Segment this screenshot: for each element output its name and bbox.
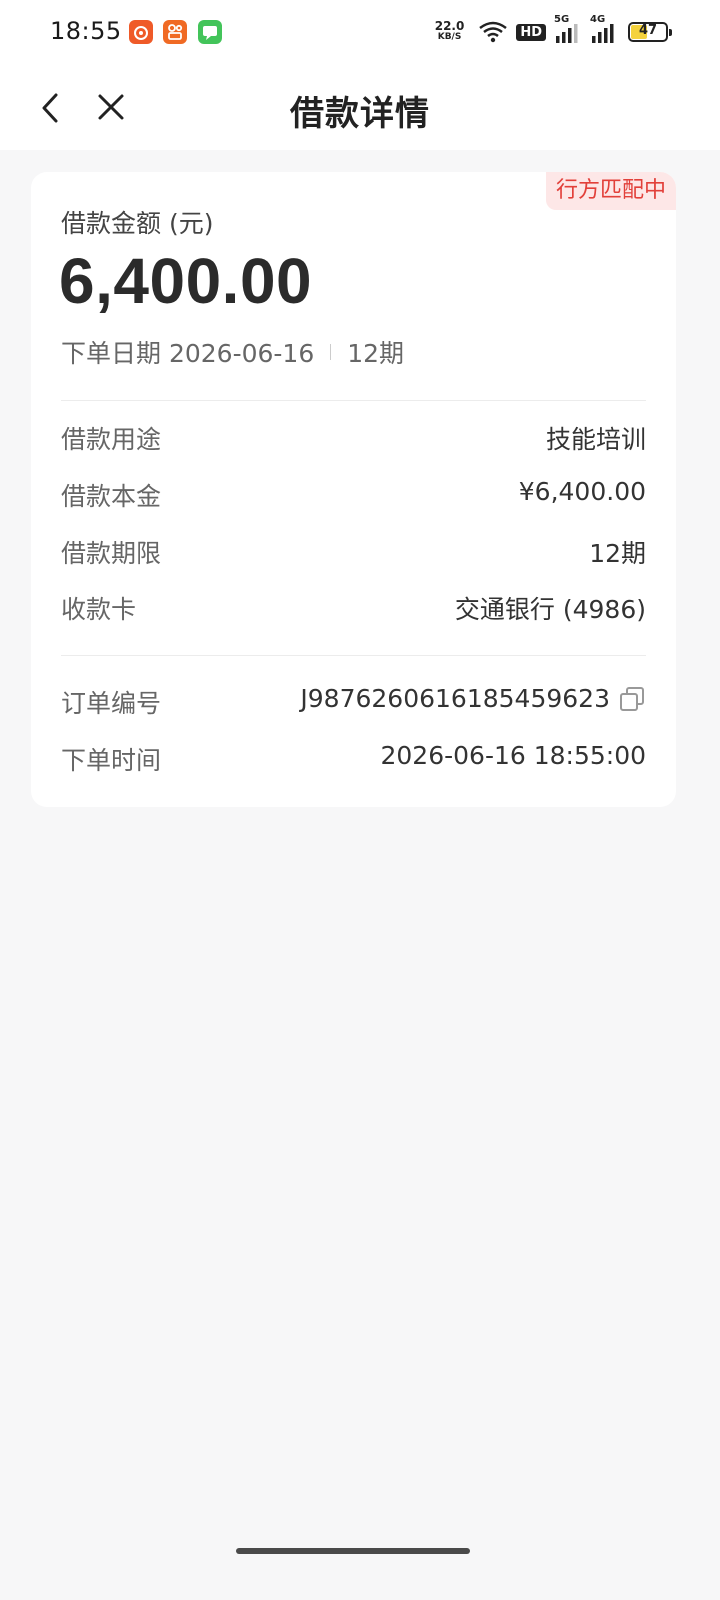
divider — [61, 400, 646, 401]
detail-value: 技能培训 — [545, 425, 646, 454]
order-date-label: 下单日期 2026-06-16 — [61, 339, 315, 368]
status-bar: 18:55 22.0 KB/S HD 5G 4G 47 — [0, 0, 720, 66]
weibo-style-icon — [129, 20, 153, 44]
network-speed-unit: KB/S — [437, 32, 462, 42]
detail-value: 交通银行 (4986) — [454, 595, 646, 624]
status-indicators: 22.0 KB/S HD 5G 4G 47 — [434, 14, 672, 46]
home-indicator[interactable] — [236, 1548, 470, 1554]
battery-level: 47 — [638, 23, 658, 38]
amount-value: 6,400.00 — [59, 245, 313, 317]
divider — [61, 655, 646, 656]
network-speed-value: 22.0 — [434, 19, 465, 33]
page-title: 借款详情 — [290, 94, 430, 134]
messages-icon — [198, 20, 222, 44]
detail-label: 借款期限 — [61, 539, 162, 568]
hd-label: HD — [516, 23, 546, 41]
copy-icon[interactable] — [618, 685, 646, 713]
signal-4g-icon: 4G — [590, 14, 618, 44]
nav-bar: 借款详情 — [0, 66, 720, 150]
detail-row-principal: 借款本金 ¥6,400.00 — [61, 477, 646, 513]
detail-value: 12期 — [589, 539, 646, 568]
signal-5g-label: 5G — [554, 14, 570, 25]
term-short: 12期 — [347, 339, 405, 368]
detail-row-bank-card: 收款卡 交通银行 (4986) — [61, 590, 646, 626]
hd-badge: HD — [516, 23, 546, 41]
order-meta: 下单日期 2026-06-16 12期 — [61, 334, 404, 370]
detail-label: 借款本金 — [61, 482, 162, 511]
order-number-row: 订单编号 J9876260616185459623 — [61, 684, 646, 720]
status-badge: 行方匹配中 — [545, 172, 676, 210]
battery-icon: 47 — [628, 22, 672, 42]
order-number-value: J9876260616185459623 — [300, 684, 610, 713]
order-number-label: 订单编号 — [61, 689, 162, 718]
detail-value: ¥6,400.00 — [518, 477, 646, 506]
detail-row-term: 借款期限 12期 — [61, 534, 646, 570]
detail-row-purpose: 借款用途 技能培训 — [61, 420, 646, 456]
signal-5g-icon: 5G — [554, 14, 582, 44]
amount-label: 借款金额 (元) — [61, 209, 214, 238]
detail-label: 借款用途 — [61, 425, 162, 454]
meta-separator — [330, 344, 332, 360]
status-time: 18:55 — [50, 17, 122, 45]
signal-4g-label: 4G — [590, 14, 606, 25]
video-app-icon — [163, 20, 187, 44]
order-time-label: 下单时间 — [61, 746, 162, 775]
wifi-icon — [478, 20, 508, 44]
battery-tip — [669, 29, 672, 36]
detail-label: 收款卡 — [61, 595, 137, 624]
loan-detail-card: 行方匹配中 借款金额 (元) 6,400.00 下单日期 2026-06-16 … — [31, 172, 676, 807]
network-speed: 22.0 KB/S — [434, 19, 465, 43]
order-time-row: 下单时间 2026-06-16 18:55:00 — [61, 741, 646, 777]
order-time-value: 2026-06-16 18:55:00 — [380, 741, 646, 770]
order-number-value-group: J9876260616185459623 — [300, 684, 646, 713]
